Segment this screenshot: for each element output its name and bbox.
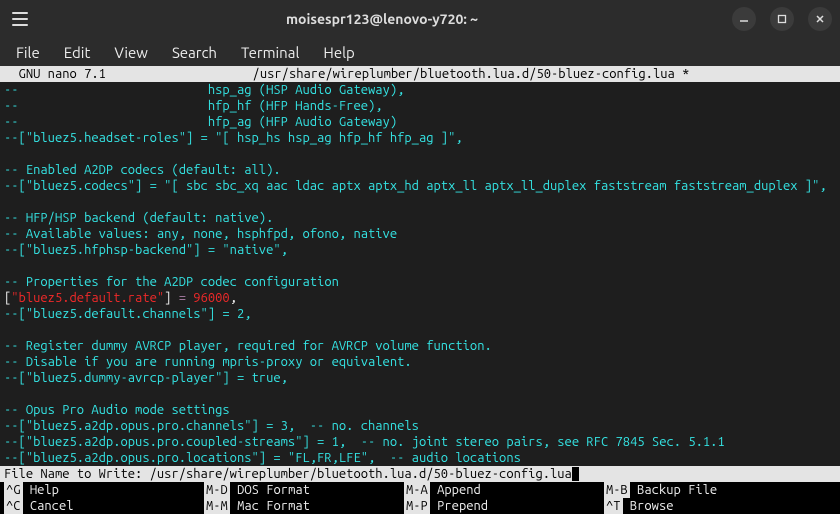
help-row: ^G HelpM-D DOS FormatM-A AppendM-B Backu… — [4, 482, 836, 498]
menu-view[interactable]: View — [104, 41, 158, 64]
window-title: moisespr123@lenovo-y720: ~ — [32, 11, 732, 27]
menu-file[interactable]: File — [6, 41, 50, 64]
code-line: -- hsp_ag (HSP Audio Gateway), — [4, 82, 836, 98]
code-line: --["bluez5.a2dp.opus.pro.locations"] = "… — [4, 450, 836, 466]
code-line: --["bluez5.a2dp.opus.pro.coupled-streams… — [4, 434, 836, 450]
hamburger-icon[interactable] — [8, 7, 32, 31]
nano-write-prompt[interactable]: File Name to Write: /usr/share/wireplumb… — [0, 466, 840, 482]
code-line — [4, 322, 836, 338]
code-line: -- hfp_ag (HFP Audio Gateway) — [4, 114, 836, 130]
code-line — [4, 386, 836, 402]
window-titlebar: moisespr123@lenovo-y720: ~ — [0, 0, 840, 38]
code-line: -- Available values: any, none, hsphfpd,… — [4, 226, 836, 242]
menu-terminal[interactable]: Terminal — [231, 41, 309, 64]
help-item[interactable]: ^G Help — [4, 482, 204, 498]
code-line: -- Enabled A2DP codecs (default: all). — [4, 162, 836, 178]
code-line: -- Register dummy AVRCP player, required… — [4, 338, 836, 354]
close-button[interactable] — [808, 7, 832, 31]
code-line: --["bluez5.dummy-avrcp-player"] = true, — [4, 370, 836, 386]
code-line: -- HFP/HSP backend (default: native). — [4, 210, 836, 226]
code-line: --["bluez5.default.channels"] = 2, — [4, 306, 836, 322]
code-line: -- Properties for the A2DP codec configu… — [4, 274, 836, 290]
nano-editor-content[interactable]: -- hsp_ag (HSP Audio Gateway),-- hfp_hf … — [0, 82, 840, 466]
terminal-area[interactable]: GNU nano 7.1 /usr/share/wireplumber/blue… — [0, 66, 840, 514]
minimize-button[interactable] — [732, 7, 756, 31]
nano-version: GNU nano 7.1 — [4, 66, 106, 82]
menu-help[interactable]: Help — [313, 41, 364, 64]
help-item[interactable]: M-D DOS Format — [204, 482, 404, 498]
code-line: --["bluez5.codecs"] = "[ sbc sbc_xq aac … — [4, 178, 836, 194]
menu-edit[interactable]: Edit — [54, 41, 101, 64]
code-line — [4, 146, 836, 162]
nano-help-bar: ^G HelpM-D DOS FormatM-A AppendM-B Backu… — [0, 482, 840, 514]
code-line: ["bluez5.default.rate"] = 96000, — [4, 290, 836, 306]
window-controls — [732, 7, 832, 31]
code-line: --["bluez5.headset-roles"] = "[ hsp_hs h… — [4, 130, 836, 146]
help-item[interactable]: M-A Append — [404, 482, 604, 498]
maximize-button[interactable] — [770, 7, 794, 31]
menubar: File Edit View Search Terminal Help — [0, 38, 840, 66]
nano-header: GNU nano 7.1 /usr/share/wireplumber/blue… — [0, 66, 840, 82]
nano-filename: /usr/share/wireplumber/bluetooth.lua.d/5… — [106, 66, 836, 82]
menu-search[interactable]: Search — [162, 41, 227, 64]
code-line: -- Opus Pro Audio mode settings — [4, 402, 836, 418]
code-line: --["bluez5.hfphsp-backend"] = "native", — [4, 242, 836, 258]
code-line: --["bluez5.a2dp.opus.pro.channels"] = 3,… — [4, 418, 836, 434]
code-line — [4, 258, 836, 274]
help-item[interactable]: M-B Backup File — [604, 482, 804, 498]
code-line — [4, 194, 836, 210]
code-line: -- Disable if you are running mpris-prox… — [4, 354, 836, 370]
code-line: -- hfp_hf (HFP Hands-Free), — [4, 98, 836, 114]
